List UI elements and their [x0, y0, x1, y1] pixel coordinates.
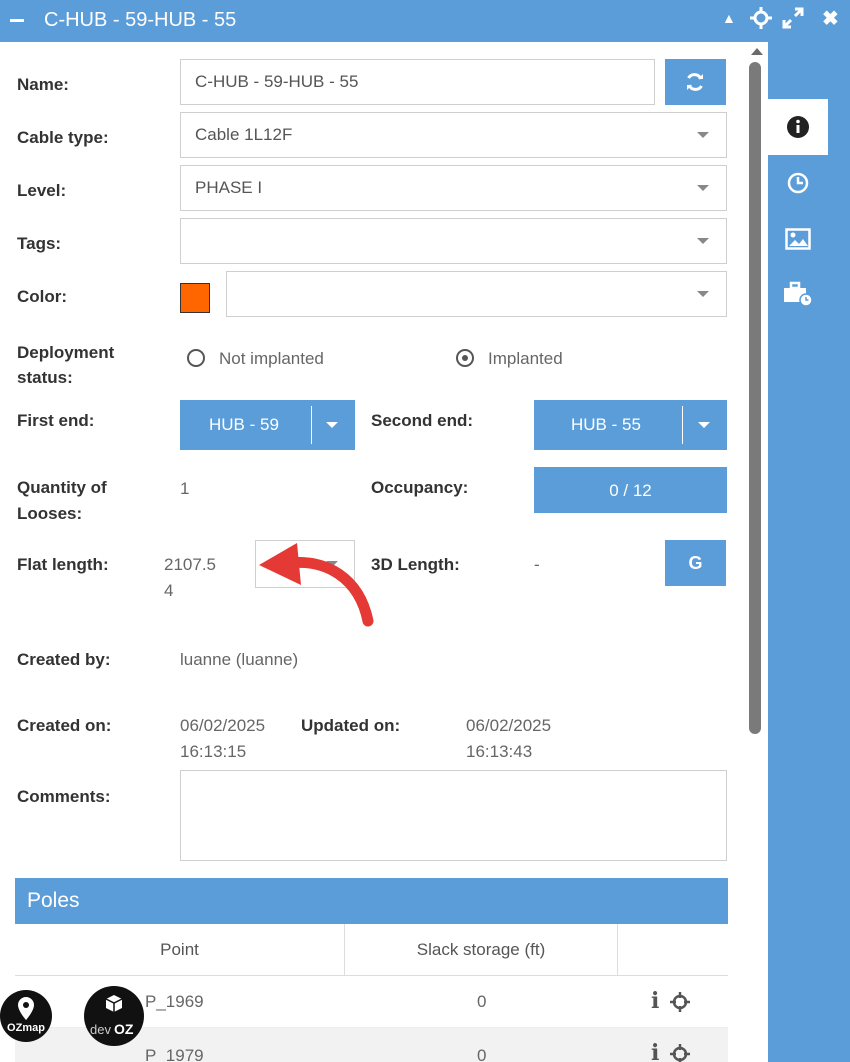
refresh-name-button[interactable] — [665, 59, 726, 105]
red-arrow-annotation — [259, 543, 374, 627]
move-icon[interactable] — [750, 7, 772, 34]
ozmap-logo[interactable]: OZmap — [0, 990, 52, 1042]
poles-section-header[interactable]: Poles — [15, 878, 728, 924]
tab-images[interactable] — [768, 212, 828, 266]
pole-point: P_1969 — [145, 992, 204, 1011]
created-on-label: Created on: — [17, 716, 112, 735]
close-icon[interactable]: ✖ — [822, 6, 839, 31]
window-title: C-HUB - 59-HUB - 55 — [44, 9, 237, 31]
chevron-down-icon — [698, 422, 710, 428]
tags-label: Tags: — [17, 234, 62, 253]
name-label: Name: — [17, 75, 69, 94]
flat-length-value-line1: 2107.5 — [164, 555, 216, 574]
radio-implanted[interactable] — [456, 349, 474, 367]
refresh-icon — [687, 73, 703, 91]
radio-not-implanted-label: Not implanted — [219, 349, 324, 368]
scroll-up-icon[interactable] — [751, 48, 763, 55]
3d-length-value: - — [534, 555, 540, 574]
column-header-slack[interactable]: Slack storage (ft) — [345, 924, 617, 976]
toolbox-clock-icon — [784, 281, 813, 307]
quantity-value: 1 — [180, 479, 190, 498]
updated-on-time: 16:13:43 — [466, 742, 533, 761]
pole-slack: 0 — [477, 992, 487, 1011]
info-icon[interactable]: i — [651, 1040, 659, 1062]
flat-length-value-line2: 4 — [164, 581, 174, 600]
crosshair-icon[interactable] — [669, 1043, 691, 1062]
created-by-value: luanne (luanne) — [180, 650, 299, 669]
collapse-icon[interactable]: ▲ — [722, 10, 736, 26]
created-on-time: 16:13:15 — [180, 742, 247, 761]
deployment-label-line2: status: — [17, 368, 73, 387]
chevron-down-icon — [697, 185, 709, 191]
level-label: Level: — [17, 181, 67, 200]
chevron-down-icon — [697, 291, 709, 297]
tags-select[interactable] — [180, 218, 727, 264]
quantity-label-line2: Looses: — [17, 504, 83, 523]
cable-type-label: Cable type: — [17, 128, 109, 147]
tab-history[interactable] — [768, 156, 828, 210]
deployment-label-line1: Deployment — [17, 343, 115, 362]
crosshair-icon[interactable] — [669, 991, 691, 1013]
image-icon — [785, 228, 811, 250]
color-swatch[interactable] — [180, 283, 210, 313]
second-end-label: Second end: — [371, 411, 474, 430]
second-end-dropdown[interactable]: HUB - 55 — [534, 400, 727, 450]
occupancy-button[interactable]: 0 / 12 — [534, 467, 727, 513]
info-icon — [787, 116, 809, 138]
name-input[interactable]: C-HUB - 59-HUB - 55 — [180, 59, 655, 105]
cube-icon — [105, 995, 123, 1012]
expand-icon[interactable] — [782, 7, 804, 34]
comments-label: Comments: — [17, 787, 111, 806]
color-select[interactable] — [226, 271, 727, 317]
google-button[interactable]: G — [665, 540, 726, 586]
clock-icon — [787, 172, 809, 194]
chevron-down-icon — [697, 132, 709, 138]
radio-implanted-label: Implanted — [488, 349, 563, 368]
created-on-date: 06/02/2025 — [180, 716, 266, 735]
scrollbar-thumb[interactable] — [749, 62, 761, 734]
radio-not-implanted[interactable] — [187, 349, 205, 367]
window-titlebar: C-HUB - 59-HUB - 55 ▲ ✖ — [0, 0, 850, 42]
updated-on-date: 06/02/2025 — [466, 716, 552, 735]
quantity-label-line1: Quantity of — [17, 478, 107, 497]
first-end-label: First end: — [17, 411, 95, 430]
first-end-dropdown[interactable]: HUB - 59 — [180, 400, 355, 450]
flat-length-label: Flat length: — [17, 555, 109, 574]
comments-textarea[interactable] — [180, 770, 727, 861]
sidebar-tabs — [768, 42, 850, 1062]
chevron-down-icon — [697, 238, 709, 244]
divider — [682, 406, 683, 444]
pole-point: P_1979 — [145, 1046, 204, 1062]
3d-length-label: 3D Length: — [371, 555, 460, 574]
color-label: Color: — [17, 287, 68, 306]
tab-info[interactable] — [768, 99, 828, 155]
cable-type-select[interactable]: Cable 1L12F — [180, 112, 727, 158]
pole-slack: 0 — [477, 1046, 487, 1062]
column-header-actions — [618, 924, 728, 976]
minimize-icon[interactable] — [10, 19, 24, 22]
map-pin-icon — [18, 997, 34, 1020]
tab-maintenance[interactable] — [768, 267, 828, 321]
updated-on-label: Updated on: — [301, 716, 401, 735]
occupancy-label: Occupancy: — [371, 478, 469, 497]
chevron-down-icon — [326, 422, 338, 428]
level-select[interactable]: PHASE I — [180, 165, 727, 211]
created-by-label: Created by: — [17, 650, 111, 669]
column-header-point[interactable]: Point — [15, 924, 344, 976]
info-icon[interactable]: i — [651, 988, 659, 1014]
devoz-logo[interactable]: dev OZ — [84, 986, 144, 1046]
divider — [311, 406, 312, 444]
